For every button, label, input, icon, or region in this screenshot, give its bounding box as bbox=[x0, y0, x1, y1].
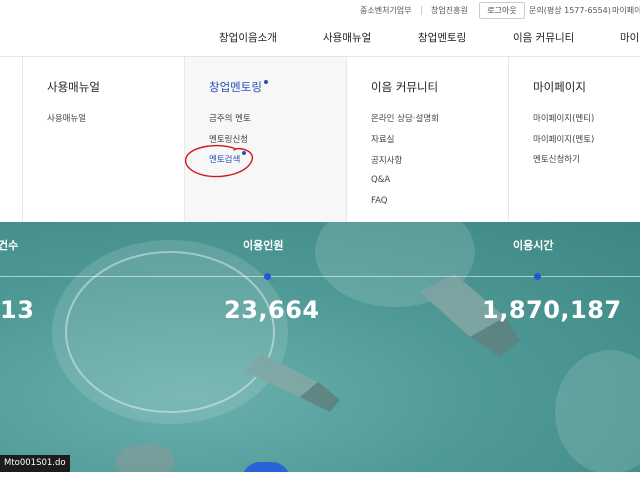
active-dot-icon bbox=[242, 151, 247, 155]
nav-mentoring[interactable]: 창업멘토링 bbox=[418, 30, 466, 45]
active-dot-icon bbox=[263, 80, 268, 84]
menu-item-mypage-mentee[interactable]: 마이페이지(멘티) bbox=[533, 112, 594, 124]
stat-value-count: 13 bbox=[0, 296, 35, 324]
stat-label-hours: 이용시간 bbox=[513, 239, 554, 252]
ministry-link[interactable]: 중소벤처기업부 bbox=[360, 5, 412, 16]
timeline-dot-icon bbox=[534, 273, 541, 280]
stat-value-hours: 1,870,187 bbox=[482, 296, 622, 324]
menu-item-qna[interactable]: Q&A bbox=[371, 175, 390, 185]
stat-value-users: 23,664 bbox=[224, 296, 320, 324]
menu-item-mentor-search-label: 멘토검색 bbox=[209, 155, 241, 165]
nav-manual[interactable]: 사용매뉴얼 bbox=[323, 30, 371, 45]
menu-title-mypage[interactable]: 마이페이지 bbox=[533, 79, 586, 95]
menu-item-notice[interactable]: 공지사항 bbox=[371, 154, 402, 166]
stat-label-count: 건수 bbox=[0, 239, 19, 252]
menu-title-manual[interactable]: 사용매뉴얼 bbox=[47, 79, 100, 95]
menu-item-mentoring-apply[interactable]: 멘토링신청 bbox=[209, 133, 248, 145]
menu-column-community: 이음 커뮤니티 온라인 상담·설명회 자료실 공지사항 Q&A FAQ bbox=[346, 57, 508, 223]
mypage-link[interactable]: 마이페이 bbox=[612, 5, 640, 16]
menu-item-mentor-search[interactable]: 멘토검색 bbox=[209, 151, 247, 165]
stat-label-users: 이용인원 bbox=[243, 239, 284, 252]
menu-item-archive[interactable]: 자료실 bbox=[371, 133, 394, 145]
logout-button[interactable]: 로그아웃 bbox=[479, 2, 525, 19]
menu-title-mentoring[interactable]: 창업멘토링 bbox=[209, 79, 268, 95]
menu-item-mentor-apply[interactable]: 멘토신청하기 bbox=[533, 153, 580, 165]
nav-intro[interactable]: 창업이음소개 bbox=[219, 30, 277, 45]
agency-link[interactable]: 창업진흥원 bbox=[431, 5, 468, 16]
utility-bar: 중소벤처기업부 창업진흥원 로그아웃 문의(평상 1577-6554) 마이페이 bbox=[0, 0, 640, 24]
menu-item-online-consult[interactable]: 온라인 상담·설명회 bbox=[371, 112, 439, 124]
mega-menu: 사용매뉴얼 사용매뉴얼 창업멘토링 금주의 멘토 멘토링신청 멘토검색 이음 커… bbox=[0, 56, 640, 223]
menu-item-faq[interactable]: FAQ bbox=[371, 196, 387, 206]
menu-title-community[interactable]: 이음 커뮤니티 bbox=[371, 79, 438, 95]
divider bbox=[421, 6, 422, 15]
timeline-dot-icon bbox=[264, 273, 271, 280]
menu-item-mypage-mentor[interactable]: 마이페이지(멘토) bbox=[533, 133, 594, 145]
inquiry-text: 문의(평상 1577-6554) bbox=[529, 6, 611, 15]
nav-community[interactable]: 이음 커뮤니티 bbox=[513, 30, 574, 45]
stats-hero: 건수 13 이용인원 23,664 이용시간 1,870,187 bbox=[0, 222, 640, 472]
page-bottom-edge bbox=[0, 472, 640, 480]
menu-column-manual: 사용매뉴얼 사용매뉴얼 bbox=[22, 57, 184, 223]
menu-column-mentoring: 창업멘토링 금주의 멘토 멘토링신청 멘토검색 bbox=[184, 57, 346, 223]
nav-mypage[interactable]: 마이 bbox=[620, 30, 639, 45]
menu-item-weekly-mentor[interactable]: 금주의 멘토 bbox=[209, 112, 251, 124]
menu-title-mentoring-label: 창업멘토링 bbox=[209, 80, 262, 94]
status-url-tooltip: Mto001S01.do bbox=[0, 455, 70, 472]
menu-column-mypage: 마이페이지 마이페이지(멘티) 마이페이지(멘토) 멘토신청하기 bbox=[508, 57, 640, 223]
menu-item-manual[interactable]: 사용매뉴얼 bbox=[47, 112, 86, 124]
lightbulb-background-icon bbox=[52, 222, 640, 472]
timeline-line bbox=[0, 276, 640, 277]
